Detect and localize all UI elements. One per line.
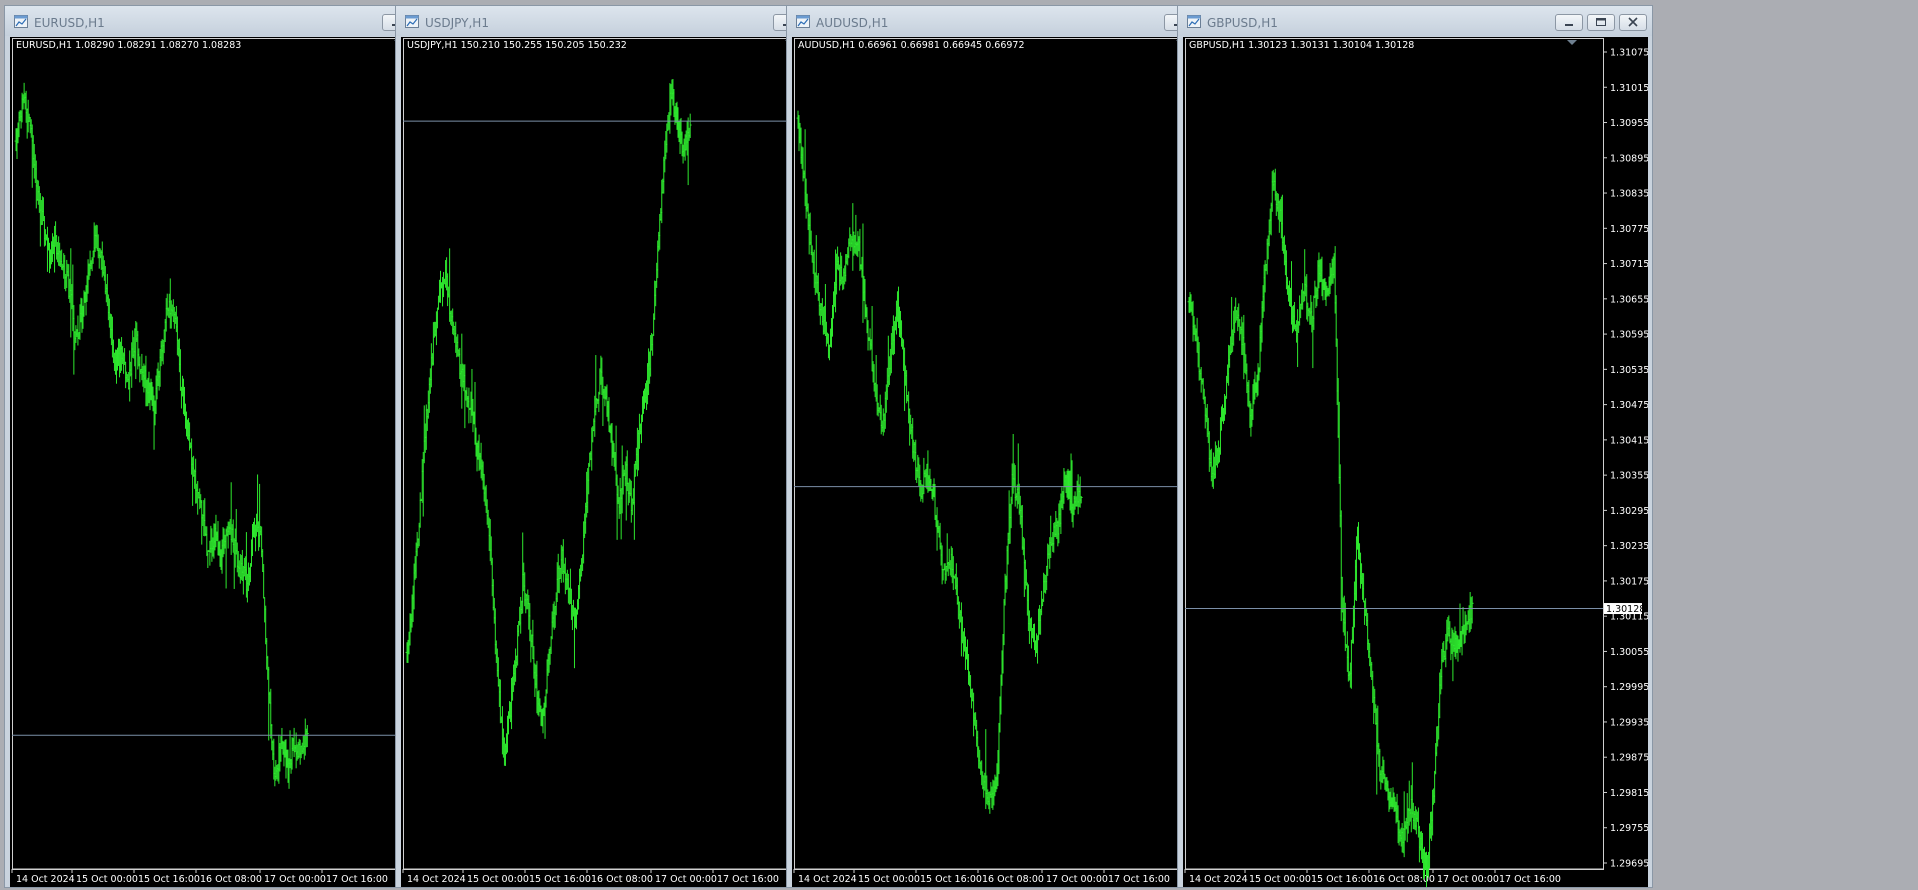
chart-window[interactable]: GBPUSD,H1 GBPUSD,H1 1.30123 1.30131 1.301…: [1177, 5, 1653, 888]
y-tick-label: 1.29815: [1610, 788, 1648, 799]
candlestick-series: [1187, 168, 1474, 887]
x-tick-label: 17 Oct 00:00: [1046, 874, 1108, 885]
x-tick-label: 17 Oct 16:00: [1108, 874, 1170, 885]
x-tick-label: 16 Oct 08:00: [591, 874, 653, 885]
chart-window-icon: [1187, 15, 1201, 28]
x-tick-label: 14 Oct 2024: [798, 874, 857, 885]
chart-header: GBPUSD,H1 1.30123 1.30131 1.30104 1.3012…: [1189, 40, 1414, 51]
scroll-marker-icon[interactable]: [1567, 40, 1577, 45]
y-tick-label: 1.29695: [1610, 859, 1648, 870]
x-tick-label: 17 Oct 00:00: [1437, 874, 1499, 885]
x-tick-label: 15 Oct 16:00: [920, 874, 982, 885]
candlestick-series: [796, 110, 1083, 814]
x-tick-label: 15 Oct 16:00: [1311, 874, 1373, 885]
y-tick-label: 1.30415: [1610, 435, 1648, 446]
close-icon: [1628, 17, 1638, 27]
current-price-label: 1.30128: [1606, 604, 1645, 615]
x-tick-label: 15 Oct 00:00: [467, 874, 529, 885]
plot-frame: [12, 38, 431, 870]
window-title: USDJPY,H1: [425, 16, 489, 30]
candlestick-series: [14, 82, 309, 789]
chart-window-icon: [14, 15, 28, 28]
chart-window-icon: [405, 15, 419, 28]
chart-window-icon: [796, 15, 810, 28]
y-tick-label: 1.30835: [1610, 189, 1648, 200]
price-bar: [229, 482, 233, 555]
close-button[interactable]: [1619, 14, 1647, 31]
x-tick-label: 15 Oct 00:00: [76, 874, 138, 885]
y-tick-label: 1.29995: [1610, 682, 1648, 693]
y-tick-label: 1.30535: [1610, 365, 1648, 376]
plot-frame: [794, 38, 1213, 870]
y-tick-label: 1.30055: [1610, 647, 1648, 658]
y-tick-label: 1.30715: [1610, 259, 1648, 270]
x-tick-label: 15 Oct 16:00: [529, 874, 591, 885]
chart-header: EURUSD,H1 1.08290 1.08291 1.08270 1.0828…: [16, 40, 241, 51]
maximize-button[interactable]: [1587, 14, 1615, 31]
x-tick-label: 14 Oct 2024: [1189, 874, 1248, 885]
x-tick-label: 16 Oct 08:00: [200, 874, 262, 885]
minimize-icon: [1565, 24, 1573, 26]
y-tick-label: 1.29755: [1610, 823, 1648, 834]
price-bar: [418, 492, 422, 528]
x-tick-label: 17 Oct 16:00: [1499, 874, 1561, 885]
window-titlebar[interactable]: GBPUSD,H1: [1178, 6, 1652, 36]
x-tick-label: 15 Oct 16:00: [138, 874, 200, 885]
x-tick-label: 17 Oct 16:00: [717, 874, 779, 885]
y-tick-label: 1.30475: [1610, 400, 1648, 411]
y-tick-label: 1.29935: [1610, 717, 1648, 728]
maximize-icon: [1596, 18, 1606, 26]
chart-header: AUDUSD,H1 0.66961 0.66981 0.66945 0.6697…: [798, 40, 1025, 51]
minimize-button[interactable]: [1555, 14, 1583, 31]
y-tick-label: 1.30235: [1610, 541, 1648, 552]
x-tick-label: 16 Oct 08:00: [1373, 874, 1435, 885]
window-title: GBPUSD,H1: [1207, 16, 1278, 30]
y-tick-label: 1.30775: [1610, 224, 1648, 235]
y-tick-label: 1.30175: [1610, 576, 1648, 587]
window-title: AUDUSD,H1: [816, 16, 889, 30]
y-tick-label: 1.30355: [1610, 471, 1648, 482]
x-tick-label: 15 Oct 00:00: [1249, 874, 1311, 885]
y-tick-label: 1.31015: [1610, 83, 1648, 94]
x-tick-label: 15 Oct 00:00: [858, 874, 920, 885]
y-tick-label: 1.30595: [1610, 330, 1648, 341]
y-tick-label: 1.29875: [1610, 753, 1648, 764]
window-title: EURUSD,H1: [34, 16, 105, 30]
chart-header: USDJPY,H1 150.210 150.255 150.205 150.23…: [407, 40, 627, 51]
x-tick-label: 14 Oct 2024: [407, 874, 466, 885]
x-tick-label: 17 Oct 00:00: [264, 874, 326, 885]
price-bar: [76, 315, 80, 346]
y-tick-label: 1.30955: [1610, 118, 1648, 129]
x-tick-label: 14 Oct 2024: [16, 874, 75, 885]
y-tick-label: 1.30295: [1610, 506, 1648, 517]
x-tick-label: 17 Oct 00:00: [655, 874, 717, 885]
candlestick-series: [405, 79, 692, 766]
chart-area[interactable]: GBPUSD,H1 1.30123 1.30131 1.30104 1.3012…: [1183, 37, 1648, 887]
y-tick-label: 1.31075: [1610, 48, 1648, 59]
x-tick-label: 17 Oct 16:00: [326, 874, 388, 885]
x-tick-label: 16 Oct 08:00: [982, 874, 1044, 885]
plot-frame: [1185, 38, 1604, 870]
y-tick-label: 1.30895: [1610, 153, 1648, 164]
y-tick-label: 1.30655: [1610, 294, 1648, 305]
price-chart[interactable]: GBPUSD,H1 1.30123 1.30131 1.30104 1.3012…: [1183, 37, 1648, 887]
